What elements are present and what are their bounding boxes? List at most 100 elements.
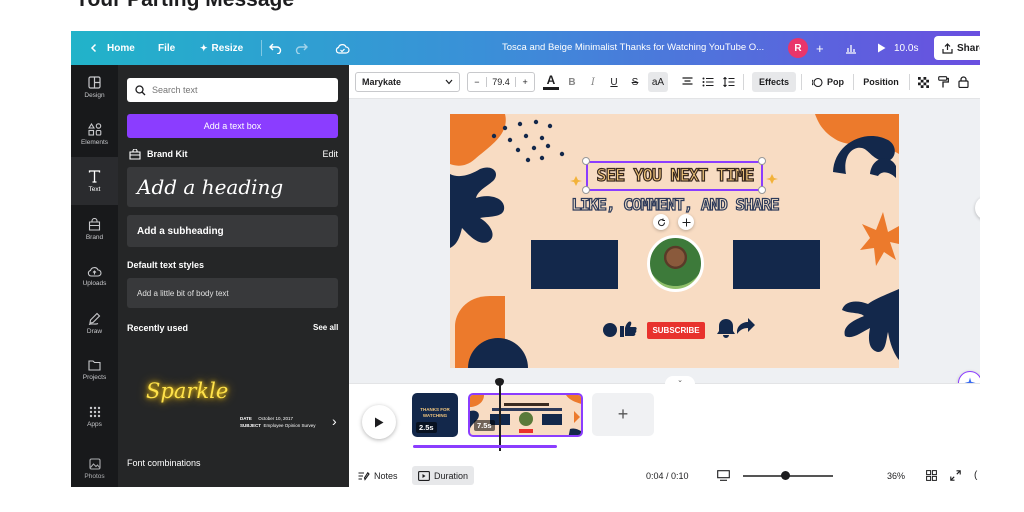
redo-icon [295, 43, 308, 54]
pages-view-button[interactable] [717, 464, 730, 487]
list-button[interactable] [700, 72, 716, 92]
resize-label: Resize [211, 42, 244, 54]
rail-item-text[interactable]: Text [71, 157, 118, 205]
present-play-button[interactable]: 10.0s [877, 31, 918, 65]
subscribe-button-graphic[interactable]: SUBSCRIBE [647, 322, 705, 339]
end-screen-video-placeholder-left[interactable] [531, 240, 618, 289]
folder-icon [88, 360, 101, 371]
refresh-page-button[interactable] [975, 196, 980, 220]
redo-button[interactable] [295, 31, 308, 65]
font-size-value[interactable]: 79.4 [485, 77, 517, 87]
search-input[interactable] [152, 85, 322, 95]
timeline-playhead[interactable] [495, 378, 504, 451]
bold-button[interactable]: B [564, 72, 580, 92]
chevron-down-icon [445, 79, 453, 85]
notes-button[interactable]: Notes [358, 464, 398, 487]
add-collaborator-button[interactable]: + [816, 31, 824, 65]
italic-icon: I [591, 76, 595, 88]
lock-button[interactable] [956, 72, 970, 92]
file-menu[interactable]: File [158, 31, 175, 65]
rail-item-projects[interactable]: Projects [71, 348, 118, 392]
fullscreen-button[interactable] [950, 464, 961, 487]
spacing-button[interactable] [721, 72, 737, 92]
chevron-right-icon[interactable]: › [332, 413, 337, 429]
see-you-next-time-text[interactable]: SEE YOU NEXT TIME [591, 165, 759, 186]
add-text-box-button[interactable]: Add a text box [127, 114, 338, 138]
rail-label: Draw [86, 327, 103, 335]
chevron-down-icon[interactable]: ⌄ [665, 376, 695, 386]
timeline-clip-1[interactable]: THANKS FOR WATCHING 2.5s [412, 393, 458, 437]
rotate-handle[interactable] [653, 214, 669, 230]
rotate-icon [657, 218, 665, 226]
end-screen-video-placeholder-right[interactable] [733, 240, 820, 289]
add-body-text-card[interactable]: Add a little bit of body text [127, 278, 338, 308]
home-label: Home [107, 42, 135, 54]
align-button[interactable] [679, 72, 695, 92]
image-icon [88, 458, 101, 470]
rail-label: Text [88, 185, 101, 193]
resize-handle-tl[interactable] [582, 157, 590, 165]
timeline: ⌄ THANKS FOR WATCHING 2.5s 7.5s + [349, 376, 980, 464]
divider [853, 74, 854, 90]
see-all-link[interactable]: See all [313, 323, 338, 332]
document-title[interactable]: Tosca and Beige Minimalist Thanks for Wa… [502, 42, 764, 53]
rail-item-design[interactable]: Design [71, 65, 118, 109]
brand-kit-edit-link[interactable]: Edit [322, 149, 338, 159]
rail-item-draw[interactable]: Draw [71, 301, 118, 345]
resize-handle-tr[interactable] [758, 157, 766, 165]
add-page-button[interactable]: + [592, 393, 654, 436]
text-color-button[interactable]: A [543, 73, 559, 90]
insights-button[interactable] [845, 31, 857, 65]
transparency-checker-icon [917, 76, 929, 88]
rail-item-photos[interactable]: Photos [71, 452, 118, 487]
decrease-size-button[interactable]: − [468, 77, 486, 87]
rail-item-uploads[interactable]: Uploads [71, 254, 118, 298]
transparency-button[interactable] [916, 72, 930, 92]
resize-button[interactable]: ✦ Resize [200, 31, 243, 65]
help-button-partial[interactable]: ( [974, 464, 977, 487]
copy-style-button[interactable] [936, 72, 950, 92]
profile-photo[interactable] [647, 235, 704, 292]
user-avatar[interactable]: R [788, 38, 808, 58]
like-comment-share-text[interactable]: LIKE, COMMENT, AND SHARE [530, 194, 820, 214]
zoom-percent[interactable]: 36% [887, 464, 905, 487]
cloud-save-button[interactable] [335, 31, 350, 65]
brand-kit-icon [129, 148, 141, 160]
rail-label: Design [84, 91, 105, 99]
font-size-stepper[interactable]: − 79.4 + [467, 72, 535, 92]
italic-button[interactable]: I [585, 72, 601, 92]
move-handle[interactable] [678, 214, 694, 230]
memo-font-preview[interactable]: DATE October 10, 2017 SUBJECT Employee O… [240, 415, 316, 429]
upload-cloud-icon [87, 267, 102, 277]
letter-case-button[interactable]: aA [648, 72, 668, 92]
search-box[interactable] [127, 78, 338, 102]
animate-pop-button[interactable]: Pop [808, 72, 848, 92]
resize-handle-bl[interactable] [582, 186, 590, 194]
position-button[interactable]: Position [859, 72, 903, 92]
undo-button[interactable] [269, 31, 282, 65]
timeline-clip-2-selected[interactable]: 7.5s [468, 393, 583, 437]
duration-button[interactable]: Duration [412, 466, 475, 485]
increase-size-button[interactable]: + [516, 77, 534, 87]
add-heading-card[interactable]: Add a heading [127, 167, 338, 207]
grid-view-button[interactable] [926, 464, 937, 487]
rail-item-elements[interactable]: Elements [71, 112, 118, 156]
rail-item-apps[interactable]: Apps [71, 395, 118, 439]
text-color-icon: A [546, 73, 556, 87]
design-page[interactable]: SEE YOU NEXT TIME LIKE, COMMENT, AND SHA… [450, 114, 899, 368]
navy-leaf-bottom-right [842, 289, 899, 360]
rail-item-brand[interactable]: Brand [71, 207, 118, 251]
add-subheading-card[interactable]: Add a subheading [127, 215, 338, 247]
home-button[interactable]: Home [89, 31, 135, 65]
underline-button[interactable]: U [606, 72, 622, 92]
share-button[interactable]: Share [934, 36, 980, 60]
sparkle-font-preview[interactable]: Sparkle [146, 379, 228, 403]
effects-button[interactable]: Effects [752, 72, 796, 92]
playhead-knob[interactable] [495, 378, 504, 386]
pop-label: Pop [827, 77, 844, 87]
strikethrough-button[interactable]: S [627, 72, 643, 92]
font-family-select[interactable]: Marykate [355, 72, 460, 92]
zoom-slider-knob[interactable] [781, 471, 790, 480]
resize-handle-br[interactable] [758, 186, 766, 194]
timeline-play-button[interactable] [362, 405, 396, 439]
